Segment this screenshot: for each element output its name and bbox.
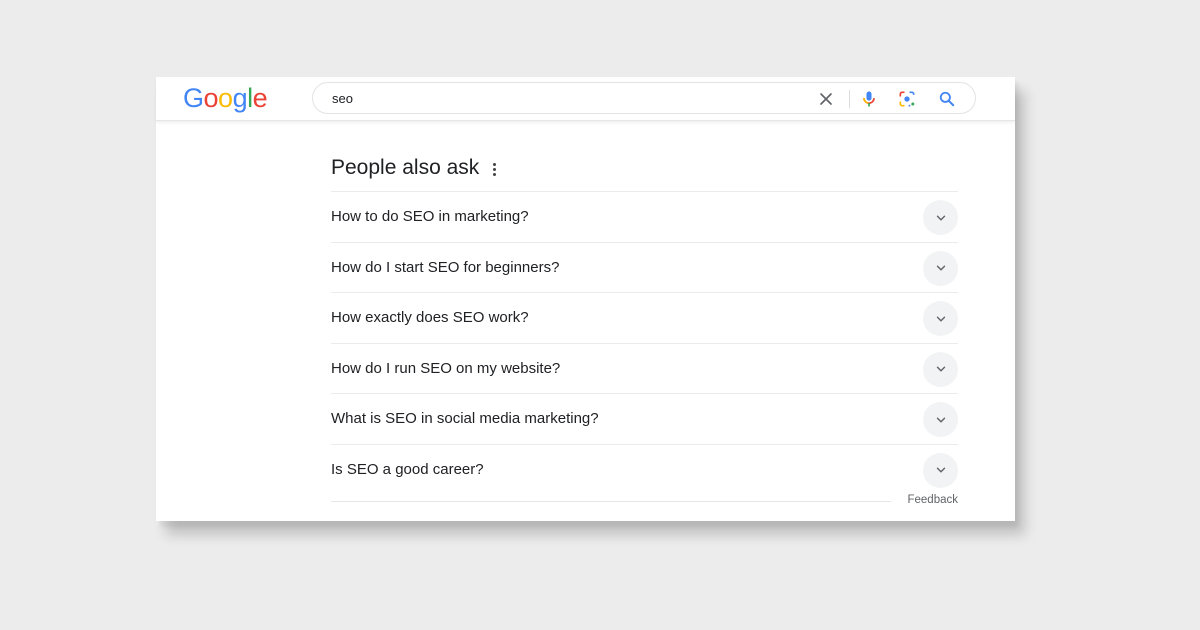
microphone-icon[interactable] [859, 89, 879, 109]
logo-letter: G [183, 83, 204, 113]
more-vert-icon[interactable] [489, 162, 499, 178]
logo-letter: e [252, 83, 268, 113]
chevron-down-icon[interactable] [923, 301, 958, 336]
people-also-ask: People also ask How to do SEO in marketi… [331, 152, 958, 495]
chevron-down-icon[interactable] [923, 351, 958, 387]
logo-letter: o [218, 83, 233, 113]
search-input[interactable]: seo [312, 82, 976, 114]
question-text: How exactly does SEO work? [331, 309, 529, 326]
chevron-down-icon[interactable] [923, 402, 958, 437]
paa-question[interactable]: Is SEO a good career? [331, 445, 958, 496]
lens-icon[interactable] [897, 89, 917, 109]
logo-letter: o [203, 83, 219, 113]
question-text: What is SEO in social media marketing? [331, 410, 599, 427]
feedback-row: Feedback [331, 494, 958, 514]
paa-title: People also ask [331, 156, 480, 179]
logo-letter: g [232, 83, 248, 113]
paa-question[interactable]: How do I run SEO on my website? [331, 344, 958, 394]
question-text: How do I run SEO on my website? [331, 359, 561, 377]
chevron-down-icon[interactable] [923, 452, 958, 488]
search-icon[interactable] [937, 89, 957, 109]
paa-question[interactable]: How do I start SEO for beginners? [331, 243, 958, 293]
feedback-link[interactable]: Feedback [907, 494, 958, 506]
feedback-divider [331, 501, 891, 502]
google-logo[interactable]: Google [183, 83, 268, 114]
paa-question[interactable]: How exactly does SEO work? [331, 293, 958, 344]
clear-icon[interactable] [816, 89, 836, 109]
chevron-down-icon[interactable] [923, 250, 958, 286]
question-text: Is SEO a good career? [331, 460, 484, 478]
paa-question[interactable]: How to do SEO in marketing? [331, 192, 958, 243]
paa-question[interactable]: What is SEO in social media marketing? [331, 394, 958, 445]
search-divider [849, 90, 850, 108]
search-header: Google seo [156, 77, 1015, 121]
question-text: How do I start SEO for beginners? [331, 258, 560, 276]
search-results-card: Google seo People also ask How to do SEO… [156, 77, 1015, 521]
paa-header: People also ask [331, 152, 958, 192]
chevron-down-icon[interactable] [923, 200, 958, 235]
question-text: How to do SEO in marketing? [331, 208, 529, 225]
search-query[interactable]: seo [332, 91, 353, 106]
